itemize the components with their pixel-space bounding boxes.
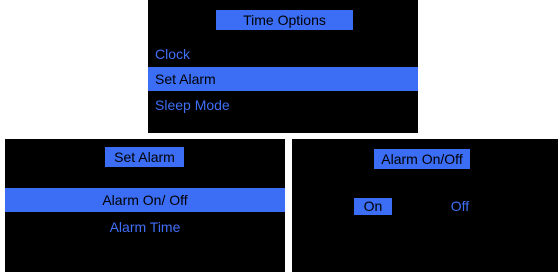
alarm-on-off-screen: Alarm On/Off On Off (292, 139, 558, 272)
menu-item-alarm-on-off[interactable]: Alarm On/ Off (5, 188, 285, 212)
option-off[interactable]: Off (444, 198, 476, 215)
time-options-screen: Time Options Clock Set Alarm Sleep Mode (148, 0, 418, 133)
time-options-title: Time Options (216, 10, 353, 30)
set-alarm-screen: Set Alarm Alarm On/ Off Alarm Time (5, 139, 285, 272)
menu-item-clock[interactable]: Clock (148, 42, 418, 66)
set-alarm-title: Set Alarm (105, 147, 184, 167)
option-on[interactable]: On (354, 198, 392, 215)
menu-item-alarm-time[interactable]: Alarm Time (5, 215, 285, 239)
menu-item-set-alarm[interactable]: Set Alarm (148, 67, 418, 91)
alarm-on-off-title: Alarm On/Off (374, 149, 470, 169)
menu-item-sleep-mode[interactable]: Sleep Mode (148, 93, 418, 117)
